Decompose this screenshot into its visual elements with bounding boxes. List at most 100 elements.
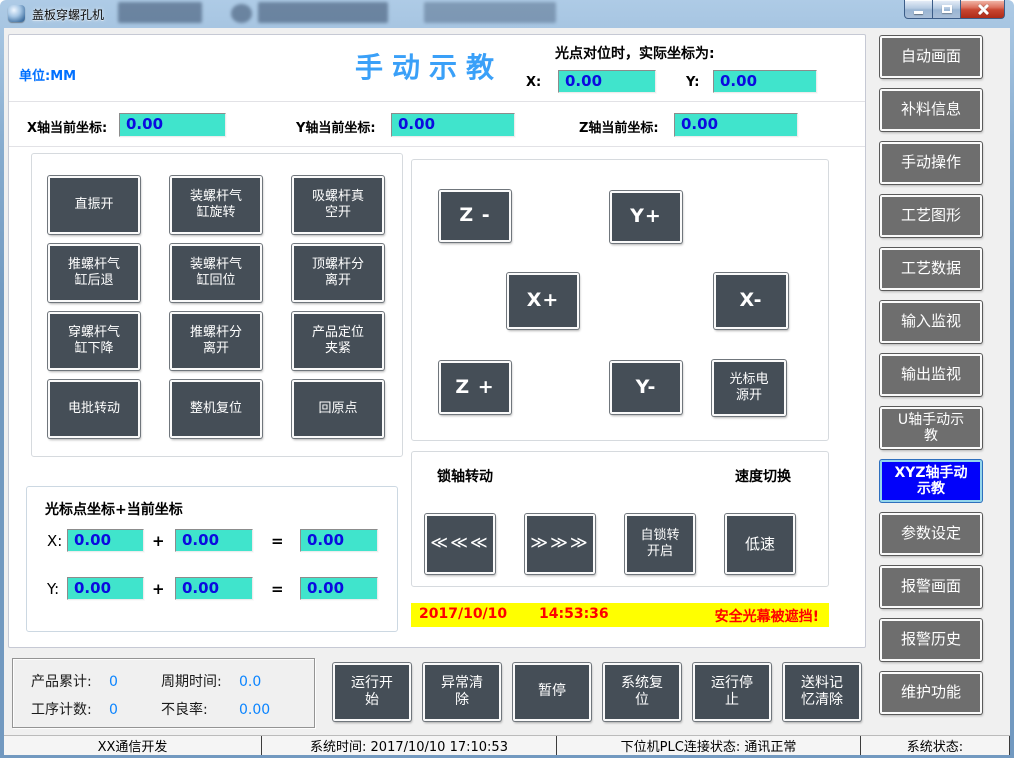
electric-driver-rotate-button[interactable]: 电批转动 <box>48 380 140 438</box>
jog-y-plus-button[interactable]: Y+ <box>610 191 682 243</box>
status-system-time: 系统时间: 2017/10/10 17:10:53 <box>262 736 557 755</box>
cycle-time-value: 0.0 <box>239 674 261 690</box>
lock-axis-left-button[interactable]: ≪≪≪ <box>425 514 495 574</box>
error-clear-button[interactable]: 异常清 除 <box>423 663 501 721</box>
lock-axis-panel: 锁轴转动 速度切换 ≪≪≪ ≫≫≫ 自锁转 开启 低速 <box>411 451 829 587</box>
cursor-y-a-field: 0.00 <box>67 577 144 600</box>
y-axis-current-label: Y轴当前坐标: <box>296 117 376 136</box>
cursor-x-a-field: 0.00 <box>67 529 144 552</box>
z-axis-current-field: 0.00 <box>674 113 798 137</box>
window-controls <box>904 0 1005 19</box>
cycle-time-stat: 周期时间: 0.0 <box>161 671 261 691</box>
sidebar-item-maintenance[interactable]: 维护功能 <box>880 672 982 714</box>
production-stats-box: 产品累计: 0 周期时间: 0.0 工序计数: 0 不良率: 0.00 <box>12 658 315 728</box>
jog-x-plus-button[interactable]: X+ <box>507 273 579 329</box>
system-reset-button[interactable]: 系统复 位 <box>603 663 681 721</box>
screw-suction-vacuum-on-button[interactable]: 吸螺杆真 空开 <box>292 176 384 234</box>
titlebar[interactable]: 盖板穿螺孔机 <box>0 0 1014 28</box>
maximize-button[interactable] <box>933 0 960 19</box>
jog-x-minus-button[interactable]: X- <box>714 273 788 329</box>
feed-memory-clear-button[interactable]: 送料记 忆清除 <box>783 663 861 721</box>
machine-reset-button[interactable]: 整机复位 <box>170 380 262 438</box>
cursor-y-b-field: 0.00 <box>175 577 253 600</box>
maximize-icon <box>942 5 952 13</box>
sidebar-item-refill-info[interactable]: 补料信息 <box>880 89 982 131</box>
speed-toggle-button[interactable]: 低速 <box>725 514 795 574</box>
titlebar-ghost <box>258 2 388 23</box>
cursor-y-label: Y: <box>47 580 59 598</box>
top-screw-separate-open-button[interactable]: 顶螺杆分 离开 <box>292 244 384 302</box>
jog-panel: Z - Y+ X+ X- Z + Y- 光标电 源开 <box>411 159 829 441</box>
plus-sign: + <box>152 532 165 550</box>
screw-load-cylinder-return-button[interactable]: 装螺杆气 缸回位 <box>170 244 262 302</box>
push-screw-cylinder-back-button[interactable]: 推螺杆气 缸后退 <box>48 244 140 302</box>
y-axis-current-field: 0.00 <box>391 113 515 137</box>
x-actual-label: X: <box>526 75 541 90</box>
minimize-button[interactable] <box>904 0 933 19</box>
sidebar-item-process-data[interactable]: 工艺数据 <box>880 248 982 290</box>
thread-screw-cylinder-down-button[interactable]: 穿螺杆气 缸下降 <box>48 312 140 370</box>
run-start-button[interactable]: 运行开 始 <box>333 663 411 721</box>
return-origin-button[interactable]: 回原点 <box>292 380 384 438</box>
equals-sign: = <box>271 532 284 550</box>
app-icon <box>8 5 25 22</box>
cycle-time-label: 周期时间: <box>161 671 233 691</box>
close-button[interactable] <box>960 0 1005 19</box>
close-icon <box>977 3 989 15</box>
alarm-time: 14:53:36 <box>539 606 609 622</box>
process-count-value: 0 <box>109 702 118 718</box>
sidebar-item-u-axis-teach[interactable]: U轴手动示 教 <box>880 407 982 449</box>
z-axis-current-label: Z轴当前坐标: <box>579 117 659 136</box>
sidebar-item-alarm-screen[interactable]: 报警画面 <box>880 566 982 608</box>
product-position-clamp-button[interactable]: 产品定位 夹紧 <box>292 312 384 370</box>
cursor-coordinate-panel: 光标点坐标+当前坐标 X: 0.00 + 0.00 = 0.00 Y: 0.00… <box>26 486 398 632</box>
alarm-date: 2017/10/10 <box>419 606 507 622</box>
defect-rate-value: 0.00 <box>239 702 270 718</box>
defect-rate-label: 不良率: <box>161 699 233 719</box>
x-axis-current-label: X轴当前坐标: <box>27 117 107 136</box>
sidebar-item-alarm-history[interactable]: 报警历史 <box>880 619 982 661</box>
x-axis-current-field: 0.00 <box>119 113 226 137</box>
sidebar-item-input-monitor[interactable]: 输入监视 <box>880 301 982 343</box>
titlebar-ghost <box>118 2 202 23</box>
client-area: 单位:MM 手动示教 光点对位时，实际坐标为: X: 0.00 Y: 0.00 … <box>4 28 1010 755</box>
sidebar-item-output-monitor[interactable]: 输出监视 <box>880 354 982 396</box>
sidebar-item-parameter-setting[interactable]: 参数设定 <box>880 513 982 555</box>
cursor-panel-title: 光标点坐标+当前坐标 <box>45 499 183 519</box>
product-total-value: 0 <box>109 674 118 690</box>
cursor-x-b-field: 0.00 <box>175 529 253 552</box>
sidebar-item-process-graphic[interactable]: 工艺图形 <box>880 195 982 237</box>
lock-axis-title: 锁轴转动 <box>437 466 493 486</box>
lock-axis-right-button[interactable]: ≫≫≫ <box>525 514 595 574</box>
x-actual-field: 0.00 <box>558 70 656 93</box>
cursor-power-on-button[interactable]: 光标电 源开 <box>712 360 786 416</box>
process-count-stat: 工序计数: 0 <box>31 699 118 719</box>
status-developer: XX通信开发 <box>4 736 262 755</box>
equals-sign: = <box>271 580 284 598</box>
cursor-y-sum-field: 0.00 <box>300 577 378 600</box>
pause-button[interactable]: 暂停 <box>513 663 591 721</box>
run-stop-button[interactable]: 运行停 止 <box>693 663 771 721</box>
titlebar-ghost <box>231 4 252 23</box>
jog-z-plus-button[interactable]: Z + <box>439 361 511 414</box>
sidebar-item-xyz-axis-teach[interactable]: XYZ轴手动 示教 <box>880 460 982 502</box>
process-count-label: 工序计数: <box>31 699 103 719</box>
divider <box>9 101 865 102</box>
sidebar-item-auto-screen[interactable]: 自动画面 <box>880 36 982 78</box>
jog-z-minus-button[interactable]: Z - <box>439 190 511 242</box>
straight-vibrator-on-button[interactable]: 直振开 <box>48 176 140 234</box>
screw-load-cylinder-rotate-button[interactable]: 装螺杆气 缸旋转 <box>170 176 262 234</box>
plus-sign: + <box>152 580 165 598</box>
status-system-state: 系统状态: <box>861 736 1010 755</box>
product-total-stat: 产品累计: 0 <box>31 671 118 691</box>
status-plc-connection: 下位机PLC连接状态: 通讯正常 <box>557 736 861 755</box>
product-total-label: 产品累计: <box>31 671 103 691</box>
cursor-x-label: X: <box>47 532 62 550</box>
jog-y-minus-button[interactable]: Y- <box>610 361 682 414</box>
push-screw-separate-open-button[interactable]: 推螺杆分 离开 <box>170 312 262 370</box>
sidebar-nav: 自动画面 补料信息 手动操作 工艺图形 工艺数据 输入监视 输出监视 U轴手动示… <box>880 36 982 714</box>
speed-switch-title: 速度切换 <box>735 466 791 486</box>
y-actual-field: 0.00 <box>713 70 817 93</box>
sidebar-item-manual-operation[interactable]: 手动操作 <box>880 142 982 184</box>
self-lock-toggle-button[interactable]: 自锁转 开启 <box>625 514 695 574</box>
